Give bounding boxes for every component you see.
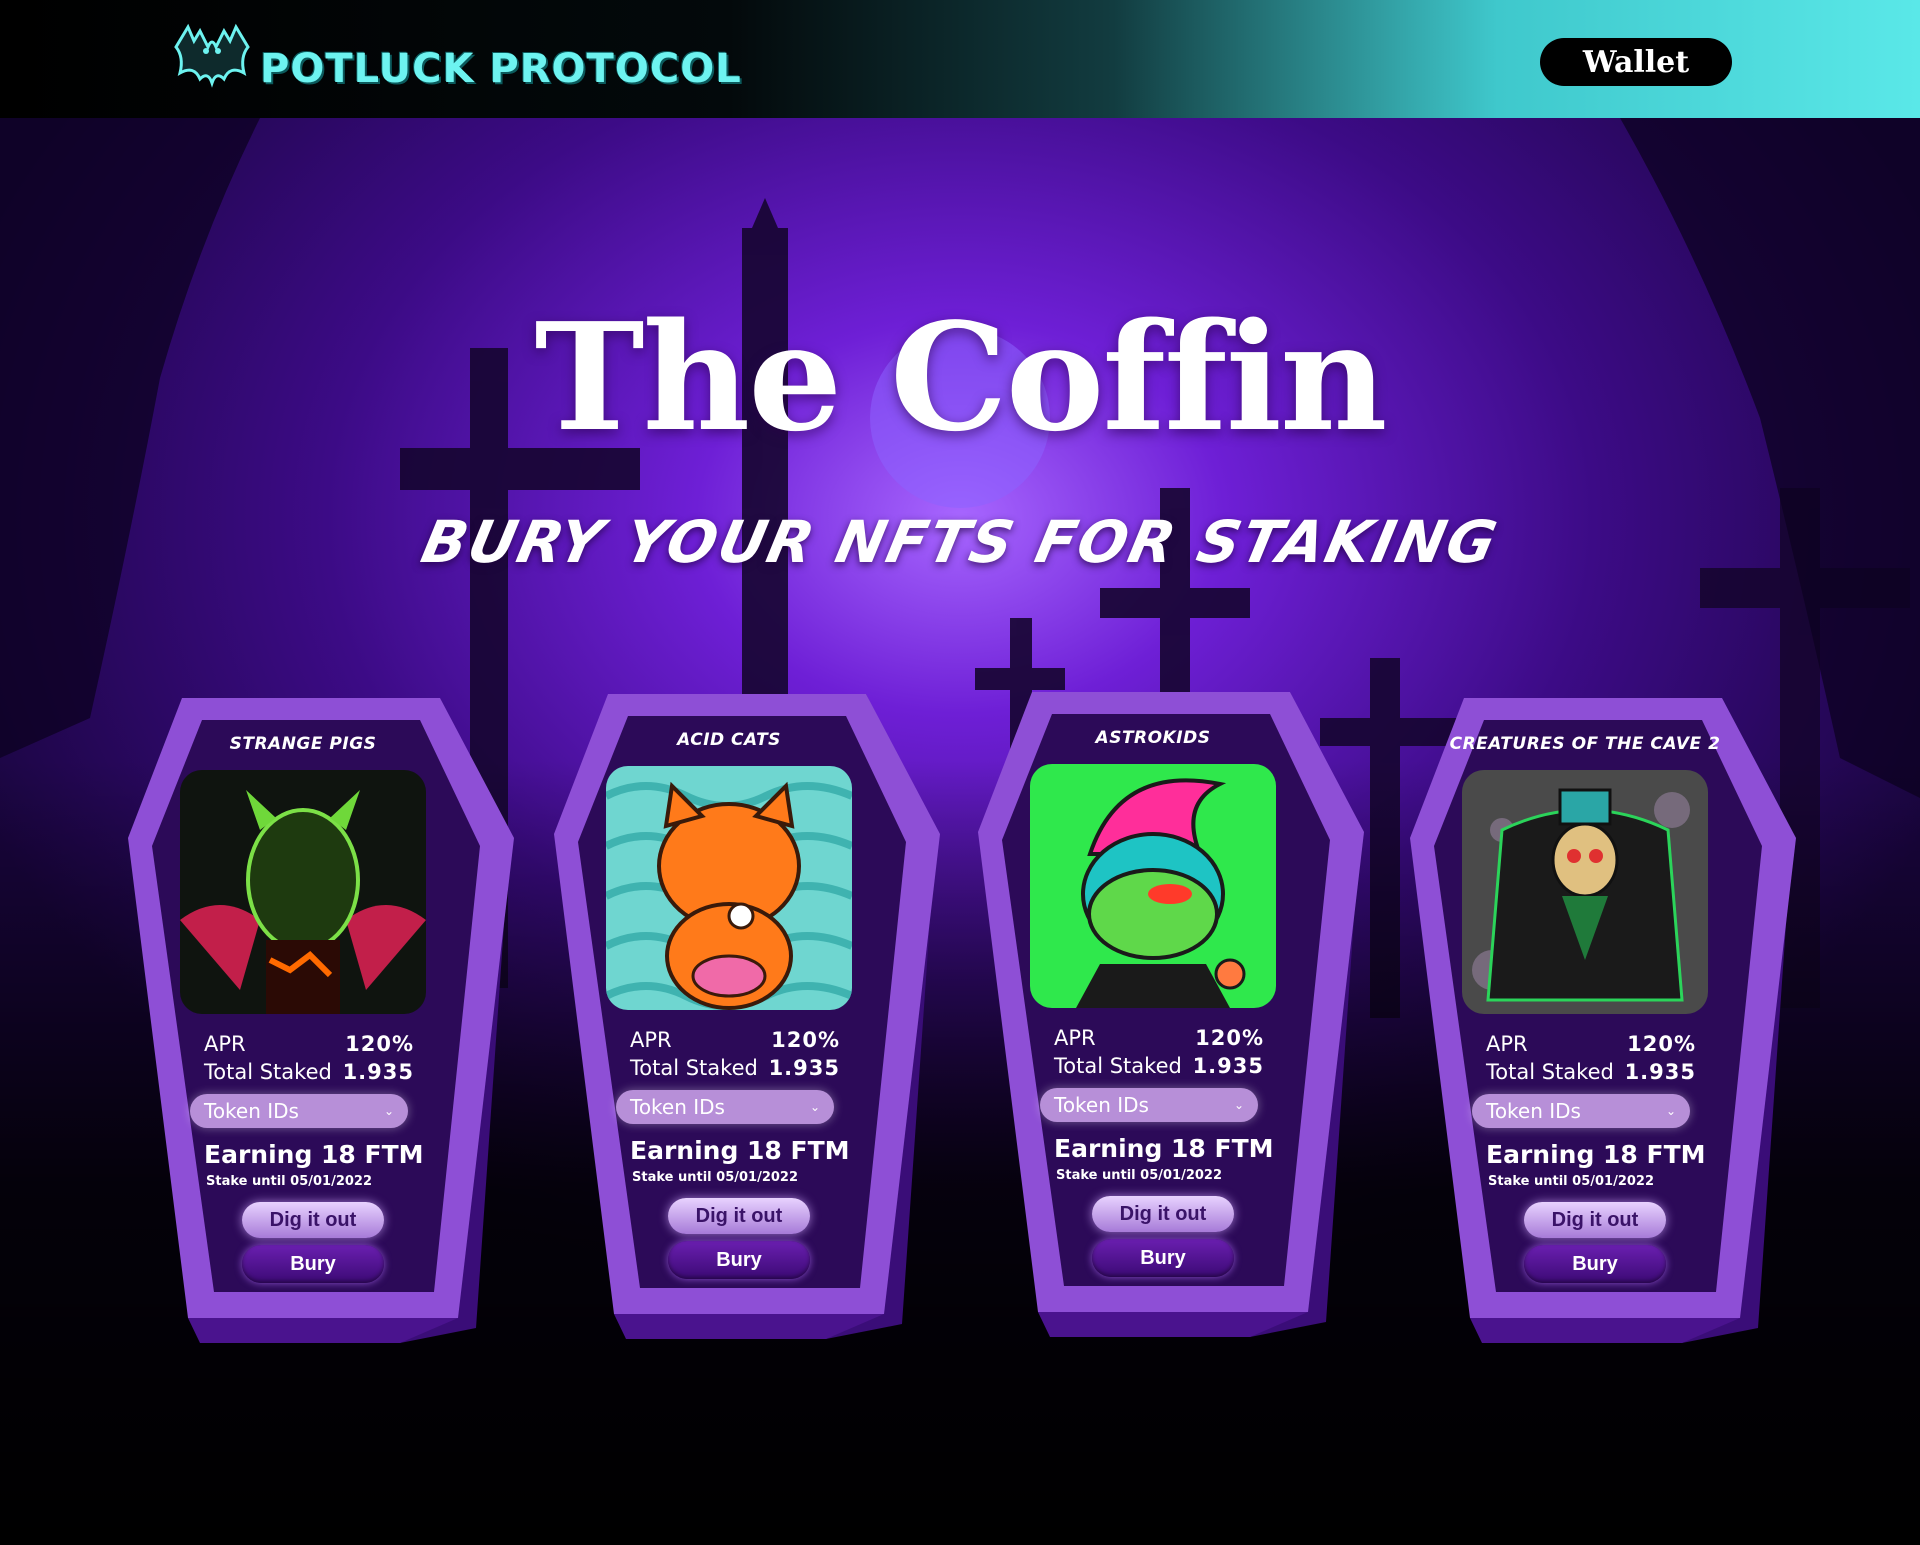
dig-it-out-button[interactable]: Dig it out: [1524, 1202, 1666, 1238]
total-staked-value: 1.935: [1624, 1060, 1696, 1084]
stake-until-text: Stake until 05/01/2022: [206, 1174, 373, 1189]
token-ids-label: Token IDs: [630, 1095, 725, 1119]
token-ids-label: Token IDs: [1054, 1093, 1149, 1117]
dig-it-out-button[interactable]: Dig it out: [668, 1198, 810, 1234]
apr-value: 120%: [345, 1032, 414, 1056]
token-ids-dropdown[interactable]: Token IDs ⌄: [1040, 1088, 1258, 1122]
bury-button[interactable]: Bury: [1092, 1239, 1234, 1277]
stake-until-text: Stake until 05/01/2022: [1488, 1174, 1655, 1189]
token-ids-label: Token IDs: [204, 1099, 299, 1123]
chevron-down-icon: ⌄: [809, 1100, 820, 1114]
stats-block: APR 120% Total Staked 1.935: [1486, 1030, 1696, 1086]
bat-logo-icon: [174, 23, 250, 88]
collection-title: Acid Cats: [677, 730, 781, 750]
total-staked-value: 1.935: [768, 1056, 840, 1080]
stats-block: APR 120% Total Staked 1.935: [1054, 1024, 1264, 1080]
apr-label: APR: [1054, 1026, 1096, 1050]
total-staked-label: Total Staked: [630, 1056, 758, 1080]
token-ids-label: Token IDs: [1486, 1099, 1581, 1123]
nft-image: [1030, 764, 1276, 1008]
total-staked-label: Total Staked: [204, 1060, 332, 1084]
total-staked-value: 1.935: [1192, 1054, 1264, 1078]
coffin-card-creatures-of-the-cave-2: Creatures of the Cave 2 APR 120% Total St…: [1410, 698, 1810, 1358]
stake-until-text: Stake until 05/01/2022: [632, 1170, 799, 1185]
dig-it-out-button[interactable]: Dig it out: [1092, 1196, 1234, 1232]
top-nav-bar: POTLUCK PROTOCOL Wallet: [0, 0, 1920, 118]
nft-image: [606, 766, 852, 1010]
earning-text: Earning 18 FTM: [1054, 1134, 1274, 1163]
stats-block: APR 120% Total Staked 1.935: [630, 1026, 840, 1082]
apr-label: APR: [204, 1032, 246, 1056]
total-staked-label: Total Staked: [1054, 1054, 1182, 1078]
earning-text: Earning 18 FTM: [630, 1136, 850, 1165]
token-ids-dropdown[interactable]: Token IDs ⌄: [1472, 1094, 1690, 1128]
brand-name: POTLUCK PROTOCOL: [260, 46, 742, 92]
page-title: The Coffin: [534, 290, 1387, 464]
token-ids-dropdown[interactable]: Token IDs ⌄: [190, 1094, 408, 1128]
chevron-down-icon: ⌄: [1665, 1104, 1676, 1118]
bury-button[interactable]: Bury: [668, 1241, 810, 1279]
apr-value: 120%: [1627, 1032, 1696, 1056]
coffin-card-strange-pigs: Strange Pigs APR 120% Total Staked 1.935 T…: [128, 698, 528, 1358]
coffin-card-astrokids: Astrokids APR 120% Total Staked 1.935 Toke…: [978, 692, 1378, 1352]
brand-logo[interactable]: POTLUCK PROTOCOL: [170, 14, 742, 104]
apr-label: APR: [630, 1028, 672, 1052]
total-staked-value: 1.935: [342, 1060, 414, 1084]
coffin-card-acid-cats: Acid Cats APR 120% Total Staked 1.935 Toke…: [554, 694, 954, 1354]
bury-button[interactable]: Bury: [242, 1245, 384, 1283]
bury-button[interactable]: Bury: [1524, 1245, 1666, 1283]
earning-text: Earning 18 FTM: [204, 1140, 424, 1169]
chevron-down-icon: ⌄: [1233, 1098, 1244, 1112]
earning-text: Earning 18 FTM: [1486, 1140, 1706, 1169]
collection-title: Strange Pigs: [229, 734, 377, 754]
apr-value: 120%: [1195, 1026, 1264, 1050]
token-ids-dropdown[interactable]: Token IDs ⌄: [616, 1090, 834, 1124]
collection-title: Creatures of the Cave 2: [1449, 734, 1721, 754]
page-subtitle: BURY YOUR NFTS FOR STAKING: [415, 508, 1505, 576]
wallet-button[interactable]: Wallet: [1540, 38, 1732, 86]
apr-value: 120%: [771, 1028, 840, 1052]
collection-title: Astrokids: [1095, 728, 1211, 748]
nft-image: [180, 770, 426, 1014]
total-staked-label: Total Staked: [1486, 1060, 1614, 1084]
apr-label: APR: [1486, 1032, 1528, 1056]
chevron-down-icon: ⌄: [383, 1104, 394, 1118]
stake-until-text: Stake until 05/01/2022: [1056, 1168, 1223, 1183]
nft-image: [1462, 770, 1708, 1014]
stats-block: APR 120% Total Staked 1.935: [204, 1030, 414, 1086]
dig-it-out-button[interactable]: Dig it out: [242, 1202, 384, 1238]
